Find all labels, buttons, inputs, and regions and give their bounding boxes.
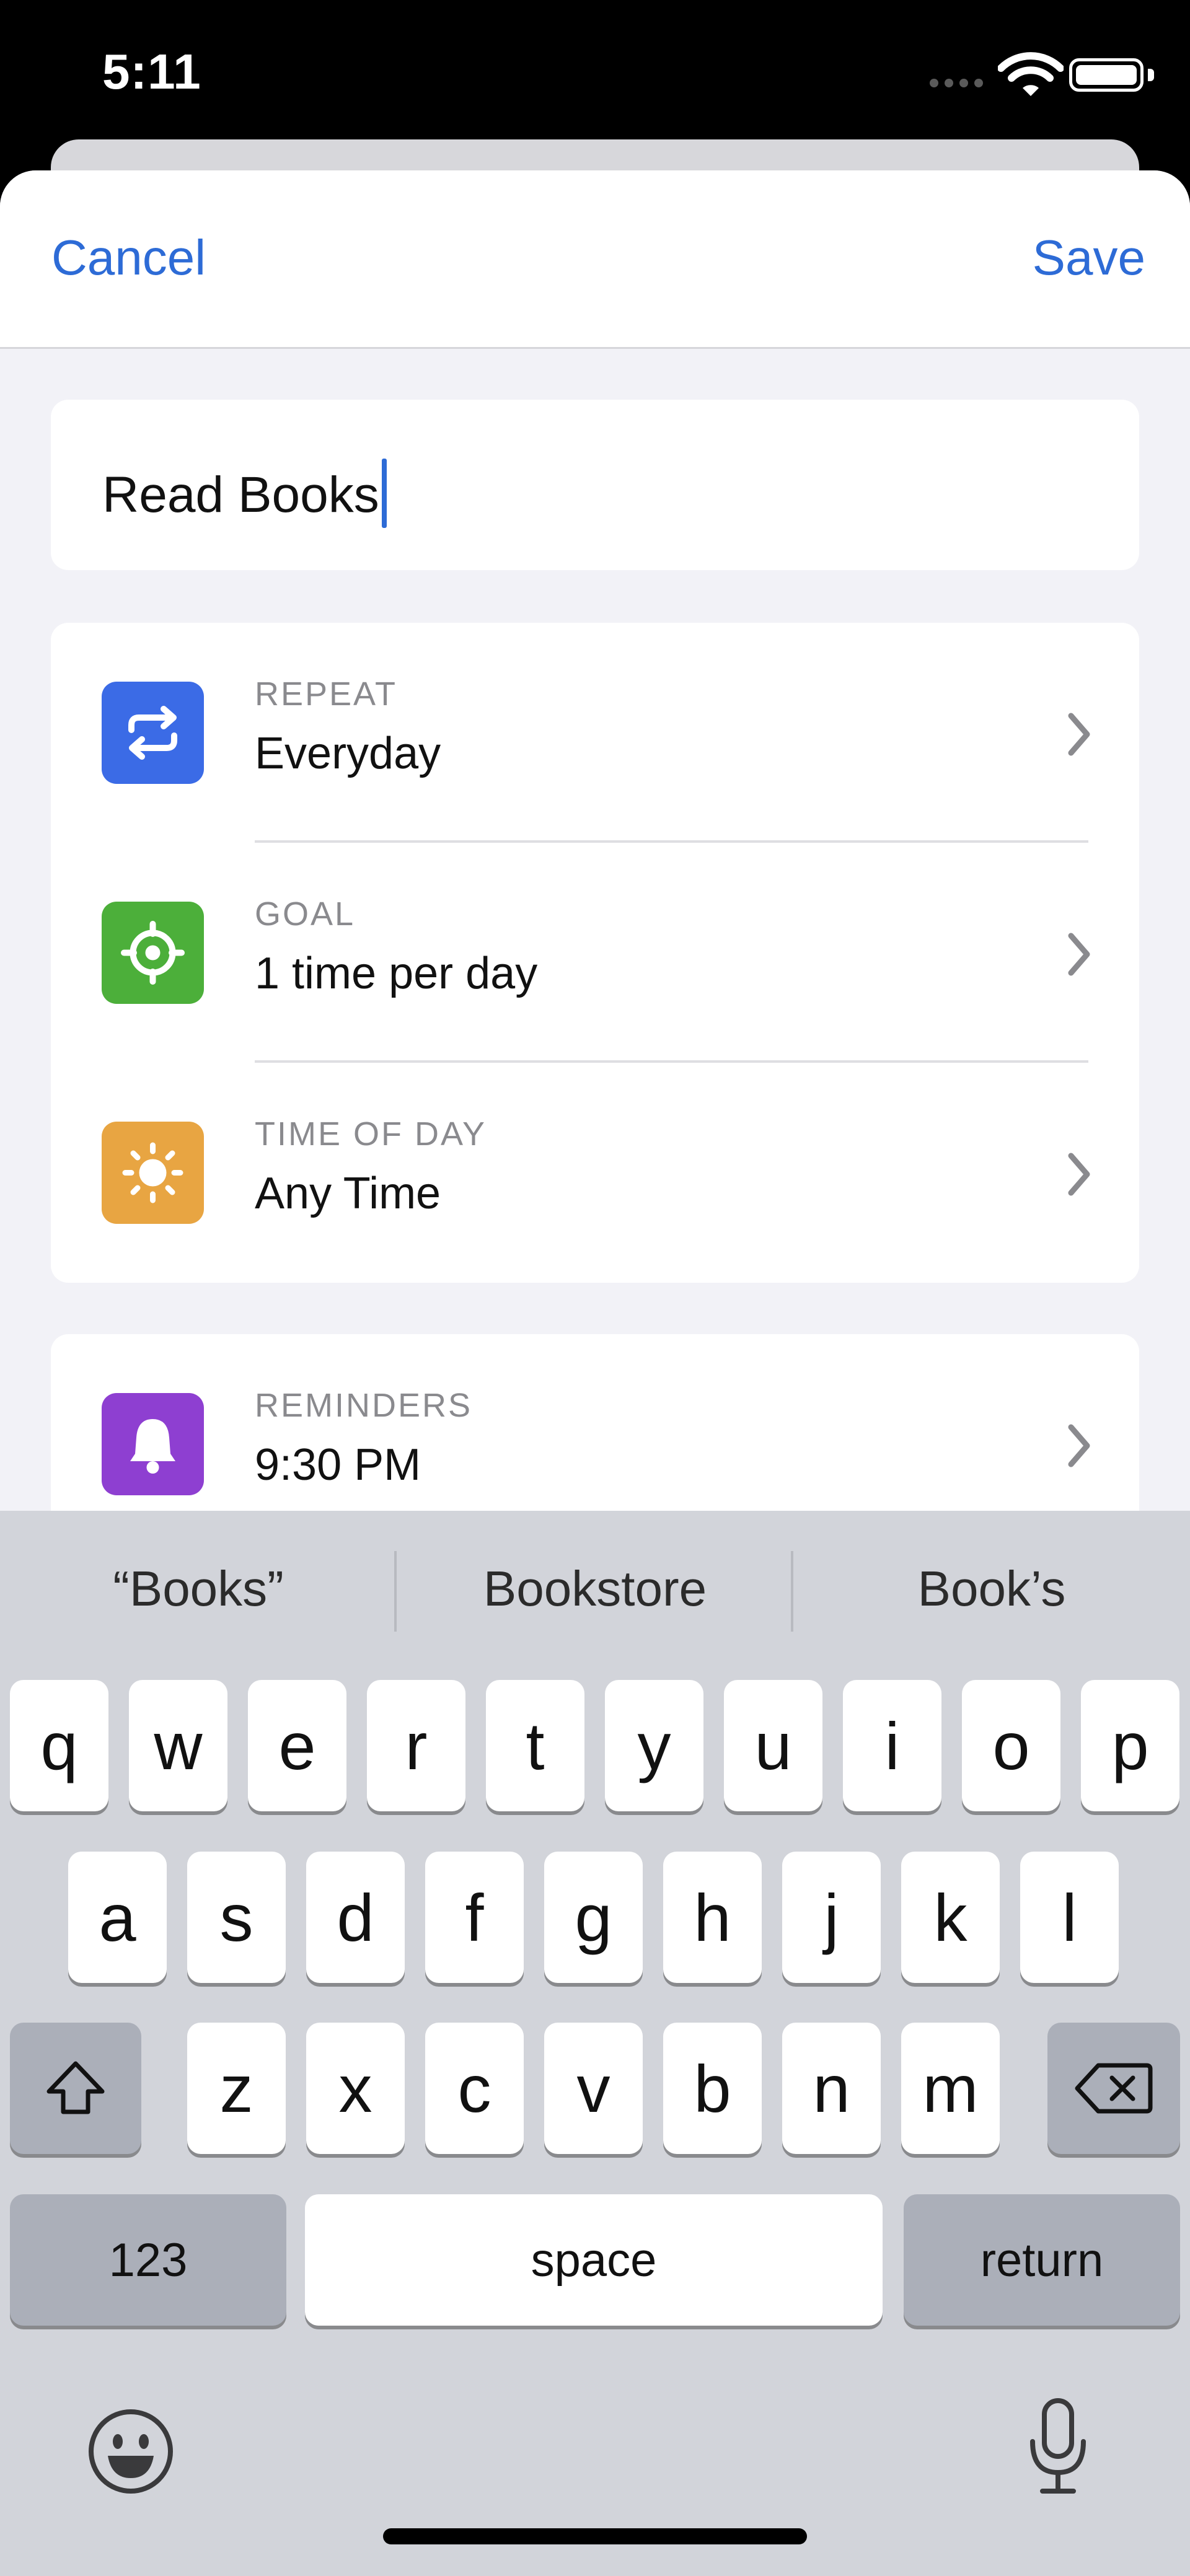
key-p[interactable]: p xyxy=(1081,1680,1179,1811)
suggestion-separator xyxy=(394,1551,397,1632)
time-of-day-label: TIME OF DAY xyxy=(255,1115,487,1153)
repeat-row[interactable]: REPEAT Everyday xyxy=(51,623,1139,843)
key-o[interactable]: o xyxy=(962,1680,1060,1811)
key-z[interactable]: z xyxy=(187,2023,286,2154)
chevron-right-icon xyxy=(1068,1153,1090,1196)
backspace-icon xyxy=(1075,2063,1153,2114)
suggestion-books-possessive[interactable]: Book’s xyxy=(818,1560,1165,1617)
key-f[interactable]: f xyxy=(425,1852,524,1983)
status-time: 5:11 xyxy=(102,44,201,99)
home-indicator[interactable] xyxy=(383,2528,807,2544)
shift-key[interactable] xyxy=(10,2023,141,2154)
cancel-button[interactable]: Cancel xyxy=(51,229,206,286)
key-a[interactable]: a xyxy=(68,1852,167,1983)
chevron-right-icon xyxy=(1068,1424,1090,1467)
goal-value: 1 time per day xyxy=(255,949,538,998)
suggestion-quoted-books[interactable]: “Books” xyxy=(25,1560,372,1617)
battery-icon xyxy=(1069,58,1144,92)
key-h[interactable]: h xyxy=(663,1852,762,1983)
key-c[interactable]: c xyxy=(425,2023,524,2154)
wifi-icon xyxy=(998,52,1064,96)
microphone-icon[interactable] xyxy=(1024,2397,1092,2499)
battery-nub xyxy=(1148,69,1154,81)
key-u[interactable]: u xyxy=(724,1680,822,1811)
time-of-day-row[interactable]: TIME OF DAY Any Time xyxy=(51,1063,1139,1283)
key-e[interactable]: e xyxy=(248,1680,346,1811)
numbers-key[interactable]: 123 xyxy=(10,2194,286,2326)
key-q[interactable]: q xyxy=(10,1680,108,1811)
save-button[interactable]: Save xyxy=(1033,229,1145,286)
navigation-bar: Cancel Save xyxy=(0,170,1190,349)
suggestion-separator xyxy=(791,1551,793,1632)
reminders-label: REMINDERS xyxy=(255,1387,473,1424)
time-of-day-value: Any Time xyxy=(255,1169,441,1218)
key-d[interactable]: d xyxy=(306,1852,405,1983)
sun-icon xyxy=(102,1122,204,1224)
emoji-icon[interactable] xyxy=(86,2406,176,2497)
key-k[interactable]: k xyxy=(901,1852,1000,1983)
key-v[interactable]: v xyxy=(544,2023,643,2154)
key-y[interactable]: y xyxy=(605,1680,703,1811)
habit-title-field[interactable]: Read Books xyxy=(51,400,1139,570)
key-r[interactable]: r xyxy=(367,1680,465,1811)
key-l[interactable]: l xyxy=(1020,1852,1119,1983)
text-caret xyxy=(381,459,387,528)
habit-title-text-wrap: Read Books xyxy=(102,459,387,528)
habit-settings-card: REPEAT Everyday GOAL 1 time per day TIME… xyxy=(51,623,1139,1283)
return-key[interactable]: return xyxy=(904,2194,1180,2326)
key-w[interactable]: w xyxy=(129,1680,227,1811)
key-i[interactable]: i xyxy=(843,1680,941,1811)
space-key[interactable]: space xyxy=(305,2194,883,2326)
chevron-right-icon xyxy=(1068,933,1090,976)
delete-key[interactable] xyxy=(1047,2023,1180,2154)
repeat-value: Everyday xyxy=(255,729,441,778)
repeat-icon xyxy=(102,682,204,784)
suggestion-bookstore[interactable]: Bookstore xyxy=(421,1560,769,1617)
key-x[interactable]: x xyxy=(306,2023,405,2154)
reminders-value: 9:30 PM xyxy=(255,1440,421,1490)
key-t[interactable]: t xyxy=(486,1680,584,1811)
shift-arrow-icon xyxy=(46,2061,105,2114)
key-j[interactable]: j xyxy=(782,1852,881,1983)
suggestion-bar: “Books” Bookstore Book’s xyxy=(0,1511,1190,1672)
key-n[interactable]: n xyxy=(782,2023,881,2154)
keyboard: “Books” Bookstore Book’s q w e r t y u i… xyxy=(0,1511,1190,2576)
chevron-right-icon xyxy=(1068,713,1090,756)
target-icon xyxy=(102,902,204,1004)
repeat-label: REPEAT xyxy=(255,675,398,713)
goal-label: GOAL xyxy=(255,895,356,933)
habit-title-text: Read Books xyxy=(102,467,379,523)
key-b[interactable]: b xyxy=(663,2023,762,2154)
key-s[interactable]: s xyxy=(187,1852,286,1983)
bell-icon xyxy=(102,1393,204,1495)
goal-row[interactable]: GOAL 1 time per day xyxy=(51,843,1139,1063)
key-g[interactable]: g xyxy=(544,1852,643,1983)
key-m[interactable]: m xyxy=(901,2023,1000,2154)
